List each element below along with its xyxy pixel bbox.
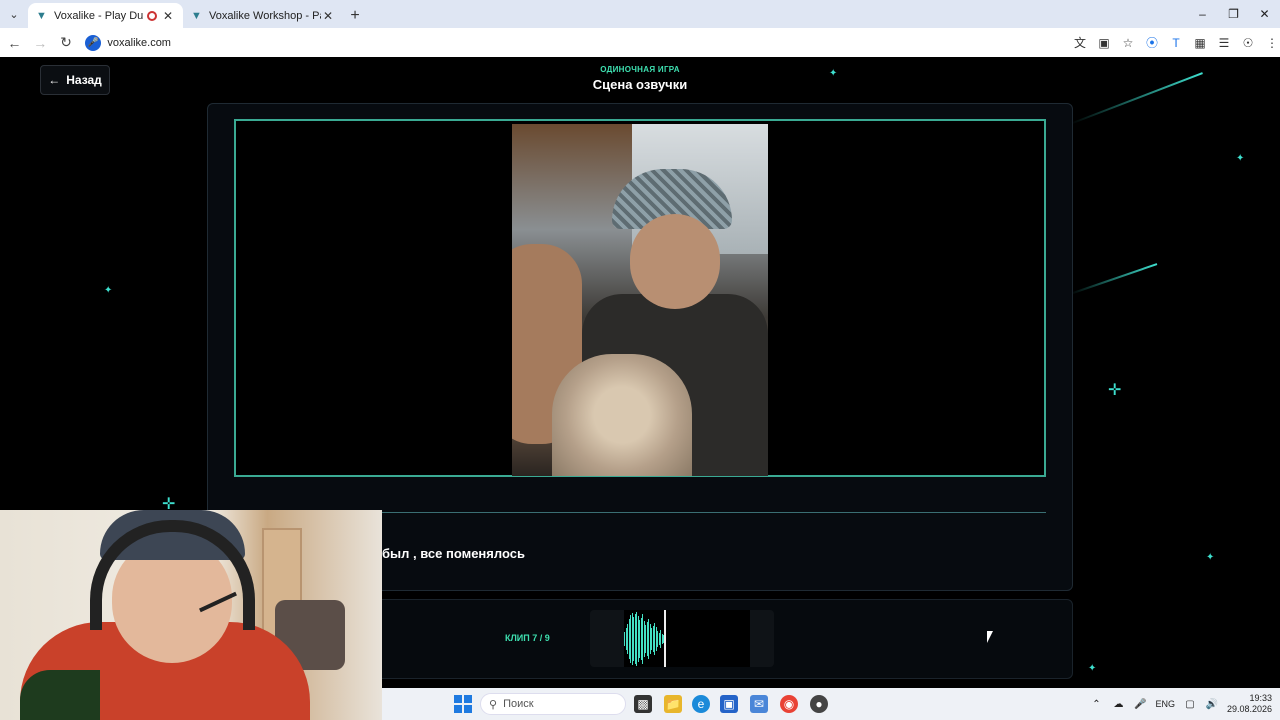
tab-title: Voxalike - Play Dub Game C — [54, 9, 143, 22]
forward-arrow-icon[interactable]: → — [29, 35, 52, 51]
edge-icon[interactable]: e — [692, 695, 710, 713]
video-player[interactable] — [234, 119, 1046, 477]
waveform-bar — [642, 613, 643, 664]
waveform-bar — [637, 615, 639, 662]
mouse-cursor-icon — [987, 631, 993, 643]
page-title: Сцена озвучки — [592, 77, 688, 92]
input-language[interactable]: ENG — [1155, 699, 1175, 709]
webcam-overlay — [0, 510, 382, 720]
close-window-icon[interactable]: ✕ — [1249, 0, 1280, 28]
taskbar-search[interactable]: ⚲ Поиск — [480, 693, 626, 715]
url-field[interactable]: 🎤 voxalike.com — [85, 32, 1064, 54]
extension-translate-icon[interactable]: T — [1168, 35, 1184, 51]
waveform-bar — [639, 619, 640, 658]
new-tab-button[interactable]: + — [343, 3, 367, 28]
browser-menu-icon[interactable]: ⋮ — [1264, 35, 1280, 51]
tab-voxalike-game[interactable]: ▼ Voxalike - Play Dub Game C ✕ — [28, 3, 183, 28]
subtitle-line: был , все поменялось — [382, 546, 525, 561]
volume-icon[interactable]: 🔊 — [1205, 699, 1219, 710]
waveform-bar — [661, 633, 663, 644]
window-controls: – ❐ ✕ — [1187, 0, 1280, 28]
mail-icon[interactable]: ✉ — [750, 695, 768, 713]
back-arrow-icon[interactable]: ← — [3, 35, 26, 51]
minimize-icon[interactable]: – — [1187, 0, 1218, 28]
sparkle-icon: ✦ — [1206, 552, 1215, 563]
waveform-bar — [657, 630, 658, 647]
close-tab-icon[interactable]: ✕ — [161, 9, 175, 23]
file-explorer-icon[interactable]: 📁 — [664, 695, 682, 713]
waveform-bar — [658, 632, 660, 645]
search-placeholder: Поиск — [503, 698, 534, 710]
browser-toolbar-icons: 文 ▣ ☆ ⦿ T ▦ ☰ ☉ ⋮ — [1072, 35, 1280, 51]
recording-indicator-icon — [147, 10, 157, 21]
waveform-bar — [643, 620, 645, 657]
store-icon[interactable]: ▣ — [720, 695, 738, 713]
network-icon[interactable]: ▢ — [1183, 699, 1197, 710]
tab-search-icon[interactable]: ⌄ — [0, 0, 28, 28]
light-streak — [1069, 263, 1158, 295]
waveform-bar — [627, 623, 628, 654]
waveform-bar — [636, 611, 637, 666]
clip-counter: КЛИП 7 / 9 — [505, 633, 550, 643]
search-icon: ⚲ — [489, 698, 498, 711]
microphone-icon[interactable]: 🎤 — [1133, 699, 1147, 710]
sparkle-icon: ✦ — [1088, 663, 1097, 674]
waveform-bar — [649, 623, 651, 654]
address-bar: ← → ↻ 🎤 voxalike.com 文 ▣ ☆ ⦿ T ▦ ☰ ☉ ⋮ — [0, 28, 1280, 57]
restore-icon[interactable]: ❐ — [1218, 0, 1249, 28]
site-info-icon[interactable]: 🎤 — [85, 34, 102, 51]
sparkle-icon: ✦ — [1236, 153, 1245, 164]
clock-time: 19:33 — [1249, 693, 1272, 703]
windows-taskbar: ⚲ Поиск ▩ 📁 e ▣ ✉ ◉ ● ⌃ ☁ 🎤 ENG ▢ 🔊 19:3… — [382, 688, 1280, 720]
bookmark-star-icon[interactable]: ☆ — [1120, 35, 1136, 51]
voxalike-favicon-icon: ▼ — [191, 9, 202, 22]
voxalike-favicon-icon: ▼ — [36, 9, 47, 22]
task-view-icon[interactable]: ▩ — [634, 695, 652, 713]
profile-icon[interactable]: ☉ — [1240, 35, 1256, 51]
media-control-icon[interactable]: ☰ — [1216, 35, 1232, 51]
extension-audio-icon[interactable]: ⦿ — [1144, 35, 1160, 51]
recorder-app-icon[interactable]: ● — [810, 695, 828, 713]
waveform-bar — [646, 621, 648, 656]
waveform-bar — [655, 626, 657, 651]
chrome-icon[interactable]: ◉ — [780, 695, 798, 713]
video-frame-image — [512, 124, 768, 476]
onedrive-icon[interactable]: ☁ — [1111, 699, 1125, 710]
start-button-icon[interactable] — [454, 695, 472, 713]
waveform-bar — [652, 625, 654, 652]
waveform-bar — [645, 624, 646, 653]
waveform-bar — [628, 618, 630, 659]
waveform-bar — [624, 631, 625, 646]
waveform-bar — [640, 617, 642, 660]
cast-icon[interactable]: ▣ — [1096, 35, 1112, 51]
url-text: voxalike.com — [107, 36, 171, 49]
browser-tab-bar: ⌄ ▼ Voxalike - Play Dub Game C ✕ ▼ Voxal… — [0, 0, 1280, 28]
game-mode-label: ОДИНОЧНАЯ ИГРА — [600, 65, 680, 74]
system-tray: ⌃ ☁ 🎤 ENG ▢ 🔊 19:33 29.08.2026 — [1089, 688, 1272, 720]
sparkle-icon: ✛ — [1108, 382, 1122, 399]
playhead-marker[interactable] — [664, 610, 666, 667]
tab-title: Voxalike Workshop - Page 8 — [209, 9, 321, 22]
tab-voxalike-workshop[interactable]: ▼ Voxalike Workshop - Page 8 ✕ — [183, 3, 343, 28]
tray-overflow-icon[interactable]: ⌃ — [1089, 699, 1103, 710]
waveform-bar — [633, 616, 634, 661]
waveform-bar — [651, 627, 652, 650]
waveform-bars — [624, 610, 664, 667]
waveform-bar — [634, 613, 636, 664]
waveform-bar — [631, 612, 633, 665]
waveform-bar — [660, 629, 661, 648]
extensions-puzzle-icon[interactable]: ▦ — [1192, 35, 1208, 51]
waveform-bar — [654, 622, 655, 655]
close-tab-icon[interactable]: ✕ — [321, 9, 335, 23]
waveform-track — [624, 610, 750, 667]
clock-date: 29.08.2026 — [1226, 704, 1272, 714]
waveform-panel[interactable] — [590, 610, 774, 667]
reload-icon[interactable]: ↻ — [55, 34, 78, 51]
waveform-bar — [630, 614, 631, 663]
sparkle-icon: ✦ — [104, 285, 113, 296]
waveform-bar — [625, 627, 627, 650]
translate-icon[interactable]: 文 — [1072, 35, 1088, 51]
clock[interactable]: 19:33 29.08.2026 — [1227, 693, 1272, 715]
waveform-bar — [648, 618, 649, 659]
